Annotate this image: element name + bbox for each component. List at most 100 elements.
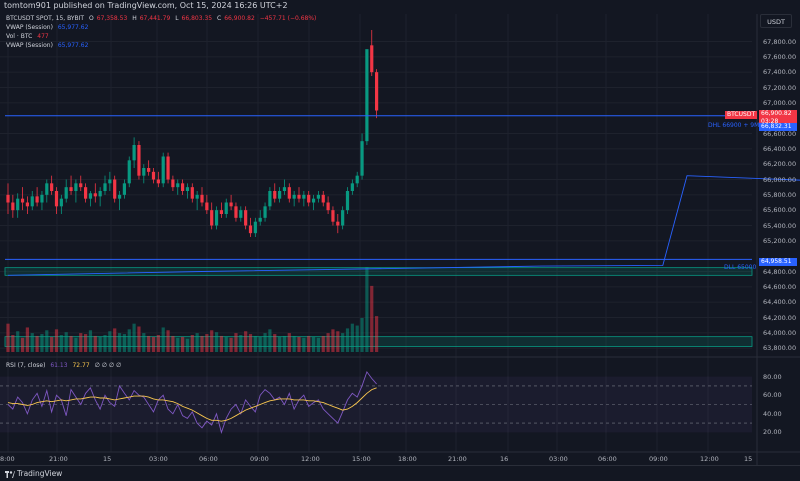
volume-bar <box>185 338 190 352</box>
candle-body <box>69 187 73 191</box>
demand-zone-lower <box>4 336 753 347</box>
legend-symbol: BTCUSDT SPOT, 15, BYBIT <box>6 15 85 22</box>
legend-vwap2-row[interactable]: VWAP (Session) 65,977.62 <box>6 42 91 50</box>
level-zones <box>4 267 753 347</box>
volume-bar <box>190 335 194 352</box>
last-price: 66,900.82 <box>761 110 792 117</box>
legend-change: −457.71 (−0.68%) <box>259 15 317 22</box>
volume-bar <box>273 334 277 352</box>
candle-body <box>219 210 223 214</box>
candle <box>370 30 374 76</box>
price-tick: 64,800.00 <box>763 267 797 276</box>
volume-bar <box>50 336 54 352</box>
candle <box>350 179 354 195</box>
candle <box>20 187 25 211</box>
candle-body <box>54 191 59 207</box>
volume-bar <box>224 336 228 352</box>
footer: TradingView <box>0 465 800 481</box>
candle <box>185 183 190 199</box>
legend-h-value: 67,441.79 <box>139 15 171 22</box>
candle-body <box>151 171 156 180</box>
candle-body <box>50 183 54 191</box>
candle <box>117 191 122 211</box>
rsi-legend[interactable]: RSI (7, close) 61.13 72.77 ∅ ∅ ∅ ∅ <box>6 362 124 370</box>
candle-body <box>181 183 185 191</box>
time-tick: 16 <box>500 455 509 463</box>
rsi-pane <box>0 370 752 434</box>
volume-bar <box>69 335 73 352</box>
time-tick: 15 <box>103 455 112 463</box>
rsi-placeholders: ∅ ∅ ∅ ∅ <box>94 362 122 369</box>
candle-body <box>93 193 97 197</box>
candle-body <box>98 191 102 197</box>
price-tick: 63,800.00 <box>763 344 797 353</box>
candle <box>132 137 136 168</box>
candle <box>30 191 34 211</box>
candle-body <box>282 187 287 191</box>
volume-bar <box>326 333 330 352</box>
volume-bar <box>355 325 359 352</box>
candle-body <box>190 187 194 199</box>
candle <box>248 217 253 237</box>
volume-bar <box>219 335 223 352</box>
volume-bar <box>229 337 233 352</box>
volume-bar <box>127 329 131 352</box>
volume-bar <box>234 333 238 352</box>
price-tick: 67,000.00 <box>763 98 797 107</box>
candle <box>302 191 306 207</box>
currency-button[interactable]: USDT <box>760 14 792 28</box>
candle-body <box>84 187 88 199</box>
rsi-tick: 40.00 <box>763 409 782 418</box>
candle <box>336 214 340 234</box>
candle-body <box>64 187 68 199</box>
volume-bar <box>79 333 83 352</box>
candle-body <box>45 183 49 195</box>
legend-vwap1-row[interactable]: VWAP (Session) 65,977.62 <box>6 24 91 32</box>
candle <box>166 152 170 184</box>
volume-bar <box>307 335 311 352</box>
candle <box>151 168 156 184</box>
candle-body <box>253 221 257 234</box>
time-tick: 03:00 <box>549 455 568 463</box>
volume-bar <box>287 333 291 352</box>
legend-l-value: 66,803.35 <box>181 15 213 22</box>
dhl-price-tag: 66,832.31 <box>759 123 797 131</box>
volume-bar <box>365 267 369 352</box>
dll-price-tag: 64,958.51 <box>759 258 797 266</box>
candle <box>25 196 29 214</box>
volume-bar <box>156 335 160 352</box>
candle <box>69 175 73 195</box>
volume-bar <box>248 334 253 352</box>
candle-body <box>258 217 262 222</box>
candle <box>234 202 238 222</box>
candle <box>224 198 228 218</box>
price-tick: 67,800.00 <box>763 37 797 46</box>
volume-bar <box>321 335 325 352</box>
volume-bar <box>268 329 272 352</box>
tradingview-logo[interactable]: TradingView <box>5 469 62 479</box>
tradingview-logo-icon <box>5 470 15 478</box>
candle-body <box>205 202 209 211</box>
volume-bar <box>341 333 345 352</box>
candle <box>229 194 233 211</box>
price-tick: 67,200.00 <box>763 83 797 92</box>
legend-c-value: 66,900.82 <box>224 15 255 22</box>
chart-canvas[interactable] <box>0 0 800 481</box>
candle <box>16 193 20 218</box>
legend-vol-row[interactable]: Vol · BTC 477 <box>6 33 52 41</box>
candle <box>331 206 335 226</box>
legend-l-label: L <box>175 15 179 22</box>
volume-bar <box>350 323 354 352</box>
candle <box>127 156 131 188</box>
candle <box>273 183 277 203</box>
candle-body <box>316 194 320 199</box>
candle-body <box>370 45 374 73</box>
candle <box>98 187 102 207</box>
candle-body <box>321 194 325 203</box>
candle-body <box>195 194 199 199</box>
rsi-tick: 60.00 <box>763 391 782 400</box>
candle-body <box>113 179 117 199</box>
legend-o-label: O <box>89 15 94 22</box>
legend-vol-label: Vol · BTC <box>6 33 33 40</box>
candle <box>45 179 49 203</box>
